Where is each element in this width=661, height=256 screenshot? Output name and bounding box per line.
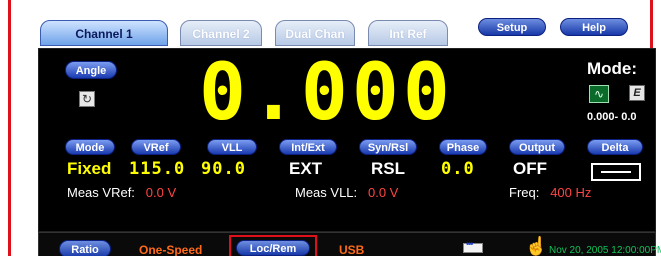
- angle-button[interactable]: Angle: [65, 61, 117, 79]
- usb-device-icon: [463, 239, 483, 253]
- meas-freq-value: 400 Hz: [550, 185, 592, 200]
- callout-line-left: [8, 0, 11, 256]
- help-button[interactable]: Help: [560, 18, 628, 36]
- vll-button[interactable]: VLL: [207, 139, 257, 155]
- meas-freq: Freq: 400 Hz: [509, 185, 591, 200]
- meas-freq-label: Freq:: [509, 185, 540, 200]
- int-ext-button[interactable]: Int/Ext: [279, 139, 337, 155]
- output-value: OFF: [513, 159, 547, 178]
- meas-vll-label: Meas VLL:: [295, 185, 358, 200]
- range-text: 0.000- 0.0: [587, 111, 637, 123]
- int-ext-value: EXT: [289, 159, 323, 178]
- output-button[interactable]: Output: [509, 139, 565, 155]
- delta-button[interactable]: Delta: [587, 139, 643, 155]
- speed-status: One-Speed: [139, 243, 203, 256]
- ratio-button[interactable]: Ratio: [59, 240, 111, 256]
- vref-button[interactable]: VRef: [131, 139, 181, 155]
- interface-status: USB: [339, 243, 365, 256]
- hand-cursor-icon: ☝: [525, 236, 548, 256]
- e-icon[interactable]: E: [629, 85, 645, 101]
- loc-rem-button[interactable]: Loc/Rem: [236, 240, 310, 256]
- syn-rsl-button[interactable]: Syn/Rsl: [359, 139, 417, 155]
- mode-value: Fixed: [67, 159, 112, 178]
- loc-rem-highlight: Loc/Rem: [229, 235, 317, 256]
- instrument-panel: Channel 1 Channel 2 Dual Chan Int Ref Se…: [30, 10, 661, 256]
- phase-value: 0.0: [441, 159, 475, 179]
- meas-vref-value: 0.0 V: [145, 185, 177, 200]
- mode-label: Mode:: [587, 59, 638, 78]
- tab-channel-1[interactable]: Channel 1: [40, 20, 168, 46]
- vll-value: 90.0: [201, 159, 246, 179]
- tab-channel-2[interactable]: Channel 2: [180, 20, 262, 46]
- meas-vref-label: Meas VRef:: [67, 185, 135, 200]
- setup-button[interactable]: Setup: [478, 18, 546, 36]
- mode-button[interactable]: Mode: [65, 139, 115, 155]
- tab-label: Int Ref: [389, 27, 427, 41]
- tab-int-ref[interactable]: Int Ref: [368, 20, 448, 46]
- phase-button[interactable]: Phase: [439, 139, 487, 155]
- tab-label: Dual Chan: [285, 27, 345, 41]
- tab-label: Channel 1: [75, 27, 133, 41]
- meas-vll-value: 0.0 V: [368, 185, 399, 200]
- main-display: Angle ↻ 0.000 Mode: ∿ E 0.000- 0.0 Mode …: [38, 48, 656, 232]
- tab-label: Channel 2: [192, 27, 250, 41]
- delta-value-box[interactable]: [591, 163, 641, 181]
- angle-reading: 0.000: [199, 48, 454, 138]
- syn-rsl-value: RSL: [371, 159, 405, 178]
- meas-vll: Meas VLL: 0.0 V: [295, 185, 398, 200]
- vref-value: 115.0: [129, 159, 186, 179]
- timestamp: Nov 20, 2005 12:00:00PM: [549, 245, 661, 256]
- meas-vref: Meas VRef: 0.0 V: [67, 185, 176, 200]
- tab-dual-chan[interactable]: Dual Chan: [275, 20, 355, 46]
- refresh-icon[interactable]: ↻: [79, 91, 95, 107]
- sine-wave-icon[interactable]: ∿: [589, 85, 609, 103]
- status-bar: Ratio One-Speed Loc/Rem USB ☝ Nov 20, 20…: [38, 232, 661, 256]
